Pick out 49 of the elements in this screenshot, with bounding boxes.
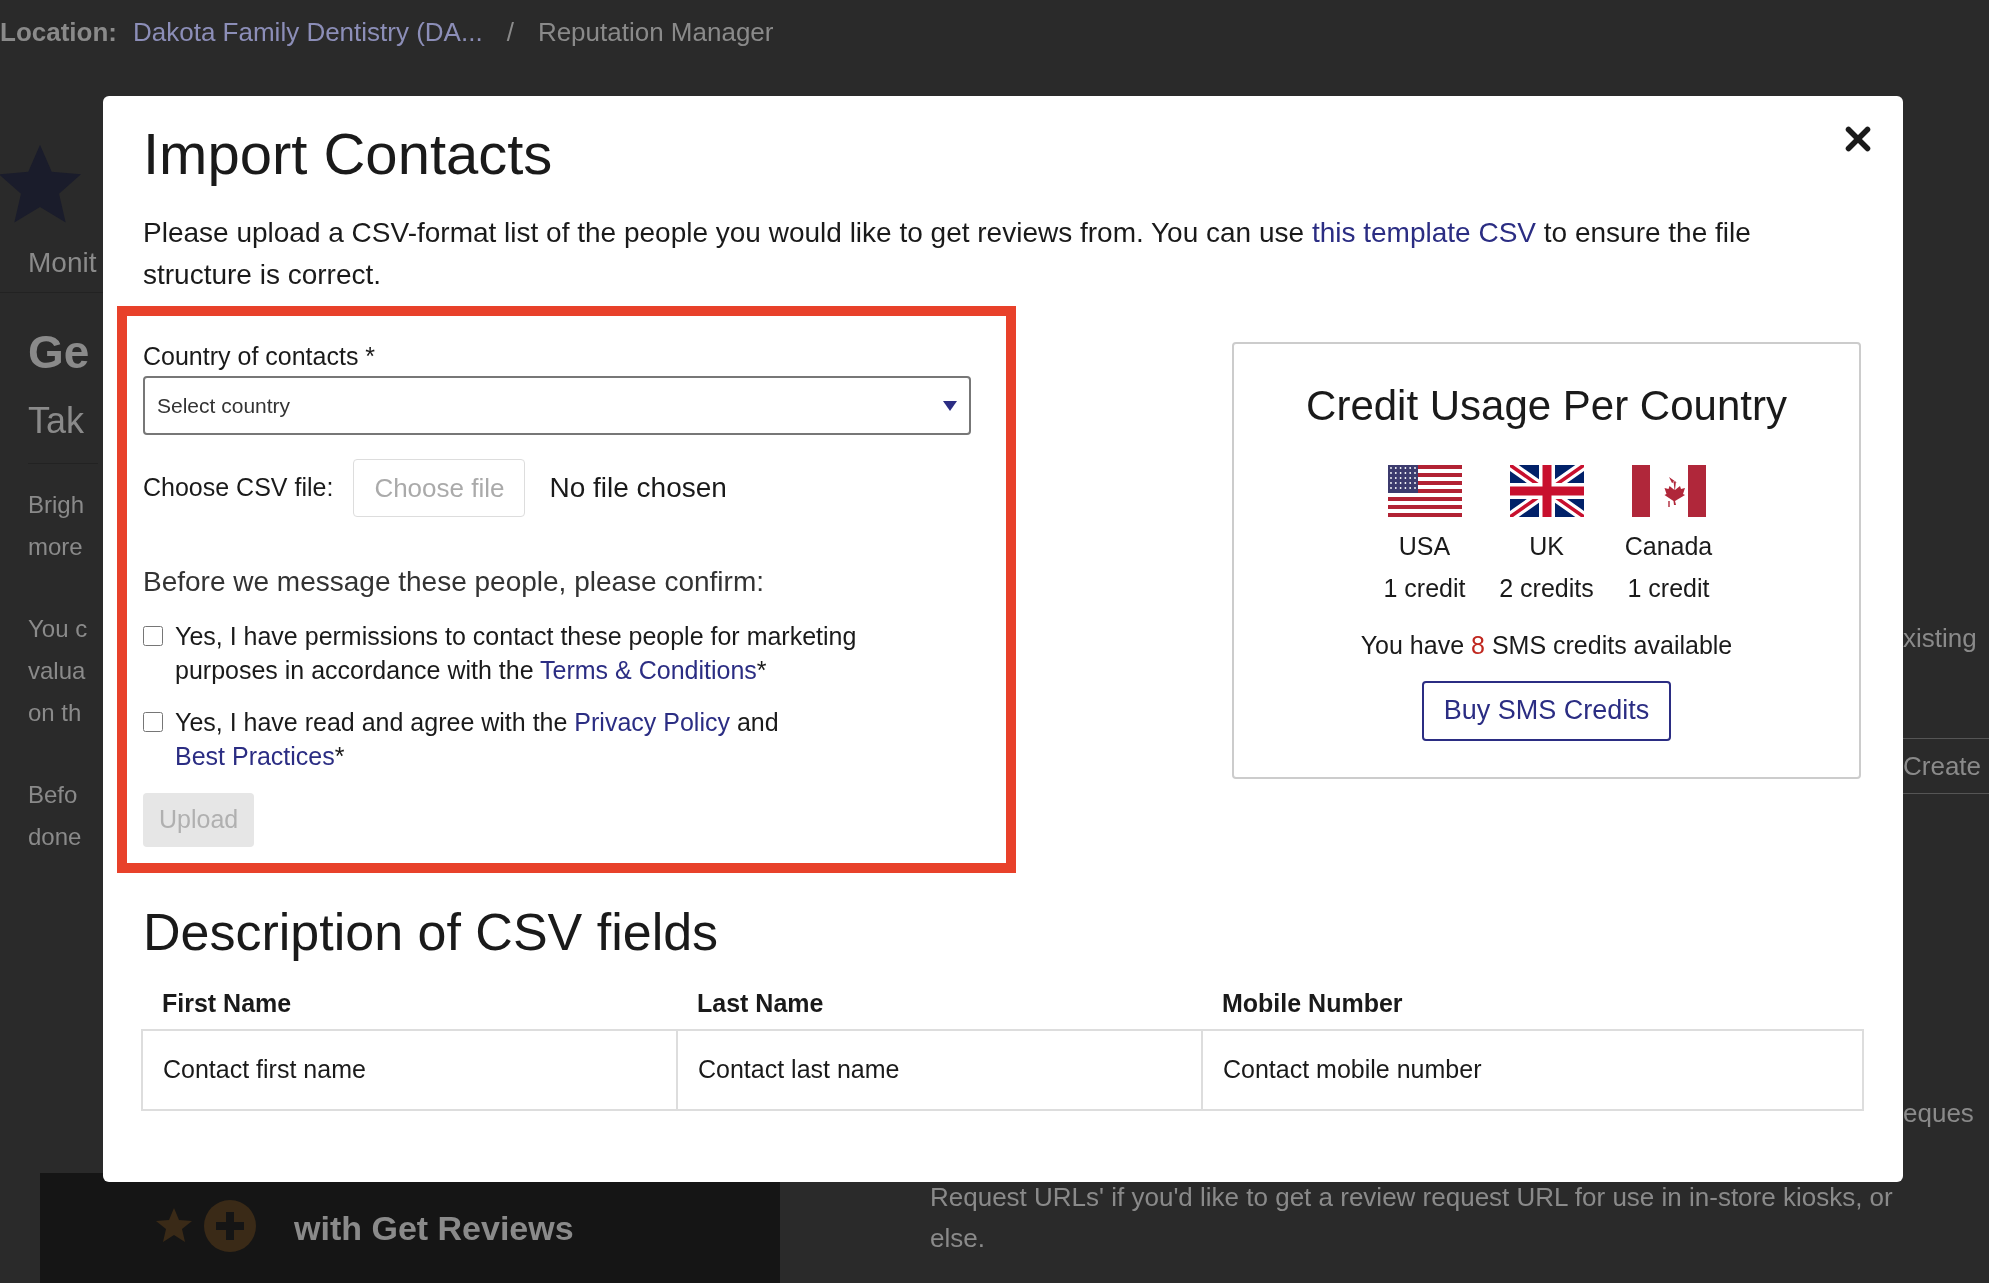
table-cell: Contact last name xyxy=(677,1029,1202,1110)
card-title: Credit Usage Per Country xyxy=(1306,381,1787,431)
credit-cost: 2 credits xyxy=(1499,573,1594,603)
breadcrumb-current: Reputation Manager xyxy=(537,15,774,49)
column-header: First Name xyxy=(142,985,677,1030)
paragraph-text: Brigh more xyxy=(28,490,86,562)
text-link[interactable]: Terms & Conditions xyxy=(540,656,757,684)
paragraph-text: eques xyxy=(1903,1097,1975,1130)
breadcrumb-separator: / xyxy=(506,15,514,49)
usa-flag-icon xyxy=(1387,465,1462,517)
banner-text: with Get Reviews xyxy=(294,1207,574,1249)
column-header: Last Name xyxy=(677,985,1202,1030)
canada-flag-icon xyxy=(1631,465,1706,517)
country-name: Canada xyxy=(1624,531,1713,561)
country-name: USA xyxy=(1398,531,1451,561)
paragraph-text: Request URLs' if you'd like to get a review request URL for use in in-store kiosks, or else. xyxy=(930,1181,1893,1255)
breadcrumb-label: Location: xyxy=(0,15,117,49)
country-select[interactable]: Select country xyxy=(143,376,971,435)
section-heading: Tak xyxy=(28,391,98,464)
country-name: UK xyxy=(1529,531,1564,561)
table-cell: Contact first name xyxy=(142,1029,677,1110)
field-label: Country of contacts * xyxy=(143,341,377,372)
text-link[interactable]: Best Practices xyxy=(175,742,335,770)
buy-sms-credits-button[interactable]: Buy SMS Credits xyxy=(1421,680,1672,741)
confirm-text: Yes, I have read and agree with the Privacy Policy and Best Practices* xyxy=(175,707,780,772)
confirm-text: Yes, I have permissions to contact these people for marketing purposes in accordance with the Terms & Conditions* xyxy=(175,621,858,686)
page-heading: Ge xyxy=(28,325,91,379)
field-label: Choose CSV file: xyxy=(143,472,334,504)
credit-cost: 1 credit xyxy=(1383,573,1466,603)
uk-flag-icon xyxy=(1509,465,1584,517)
paragraph-text: xisting xyxy=(1903,622,1978,655)
intro-text: Please upload a CSV-format list of the people you would like to get reviews from. You can use this template CSV to ensure the file structure is correct. xyxy=(143,216,1752,292)
confirm-heading: Before we message these people, please confirm: xyxy=(143,565,766,599)
breadcrumb-link[interactable]: Dakota Family Dentistry (DA... xyxy=(133,12,483,52)
nav-tab[interactable]: Monit xyxy=(28,247,97,278)
paragraph-text: You c valua on th xyxy=(28,614,89,728)
text-link[interactable]: this template CSV xyxy=(1311,217,1536,248)
paragraph-text: Befo done xyxy=(28,780,83,852)
dropdown-arrow-icon xyxy=(943,400,957,411)
file-status: No file chosen xyxy=(549,471,727,505)
credit-cost: 1 credit xyxy=(1627,573,1710,603)
text-link[interactable]: Privacy Policy xyxy=(574,708,730,736)
dialog-title: Import Contacts xyxy=(143,120,553,188)
column-header: Mobile Number xyxy=(1202,985,1863,1030)
credits-available-text: You have 8 SMS credits available xyxy=(1360,630,1733,661)
table-cell: Contact mobile number xyxy=(1202,1029,1863,1110)
confirm-checkbox[interactable] xyxy=(143,626,163,646)
confirm-checkbox[interactable] xyxy=(143,712,163,732)
section-title: Description of CSV fields xyxy=(143,902,720,963)
